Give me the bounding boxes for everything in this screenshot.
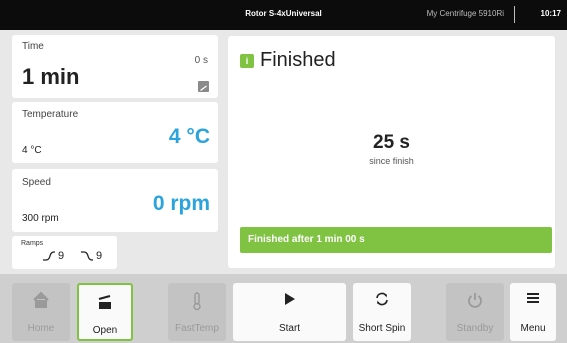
- decel-ramp: 9: [80, 250, 102, 262]
- lid-open-icon: [79, 293, 131, 311]
- ramps-card[interactable]: Ramps 9 9: [12, 236, 117, 269]
- home-icon: [12, 291, 70, 309]
- home-label: Home: [27, 323, 55, 334]
- temperature-set-value: 4 °C: [22, 145, 42, 156]
- status-bar: Rotor S-4xUniversal My Centrifuge 5910Ri…: [0, 0, 567, 30]
- accel-ramp: 9: [42, 250, 64, 262]
- short-spin-label: Short Spin: [358, 323, 406, 334]
- speed-label: Speed: [22, 177, 51, 188]
- speed-actual-value: 0 rpm: [152, 192, 210, 215]
- standby-label: Standby: [456, 323, 494, 334]
- start-label: Start: [278, 323, 301, 334]
- decel-ramp-icon: [81, 251, 93, 261]
- time-label: Time: [22, 41, 44, 52]
- thermometer-icon: [168, 291, 226, 311]
- time-value: 1 min: [22, 64, 80, 89]
- status-title: Finished: [260, 49, 336, 71]
- status-divider: [514, 6, 515, 23]
- power-icon: [446, 291, 504, 309]
- open-label: Open: [92, 325, 118, 336]
- hamburger-icon: [510, 291, 556, 305]
- fasttemp-label: FastTemp: [175, 323, 219, 334]
- checkbox-icon[interactable]: [198, 81, 209, 92]
- decel-ramp-value: 9: [96, 250, 103, 262]
- status-header: i Finished: [240, 49, 336, 72]
- speed-set-value: 300 rpm: [22, 213, 59, 224]
- menu-button[interactable]: Menu: [510, 283, 556, 341]
- accel-ramp-icon: [43, 251, 55, 261]
- clock: 10:17: [540, 9, 561, 18]
- short-spin-button[interactable]: Short Spin: [353, 283, 411, 341]
- speed-card[interactable]: Speed 0 rpm 300 rpm: [12, 169, 218, 232]
- start-button[interactable]: Start: [233, 283, 346, 341]
- main-area: Time 0 s 1 min Temperature 4 °C 4 °C Spe…: [0, 30, 567, 274]
- time-remaining: 0 s: [194, 55, 208, 66]
- refresh-icon: [353, 291, 411, 307]
- bottom-toolbar: Home Open FastTemp Start Short Spin Stan…: [0, 274, 567, 343]
- time-card[interactable]: Time 0 s 1 min: [12, 35, 218, 98]
- play-icon: [233, 291, 346, 307]
- home-button[interactable]: Home: [12, 283, 70, 341]
- since-finish-value: 25 s: [373, 132, 410, 153]
- since-finish-label: since finish: [369, 156, 414, 166]
- accel-ramp-value: 9: [58, 250, 65, 262]
- open-button[interactable]: Open: [77, 283, 133, 341]
- device-name: My Centrifuge 5910Ri: [426, 9, 504, 18]
- info-icon: i: [240, 53, 254, 68]
- temperature-label: Temperature: [22, 109, 79, 120]
- standby-button[interactable]: Standby: [446, 283, 504, 341]
- temperature-actual-value: 4 °C: [168, 125, 210, 148]
- menu-label: Menu: [520, 323, 546, 334]
- fasttemp-button[interactable]: FastTemp: [168, 283, 226, 341]
- finished-message-bar: Finished after 1 min 00 s: [240, 227, 552, 253]
- status-card: i Finished 25 s since finish Finished af…: [228, 36, 555, 268]
- ramps-label: Ramps: [21, 240, 44, 247]
- temperature-card[interactable]: Temperature 4 °C 4 °C: [12, 102, 218, 163]
